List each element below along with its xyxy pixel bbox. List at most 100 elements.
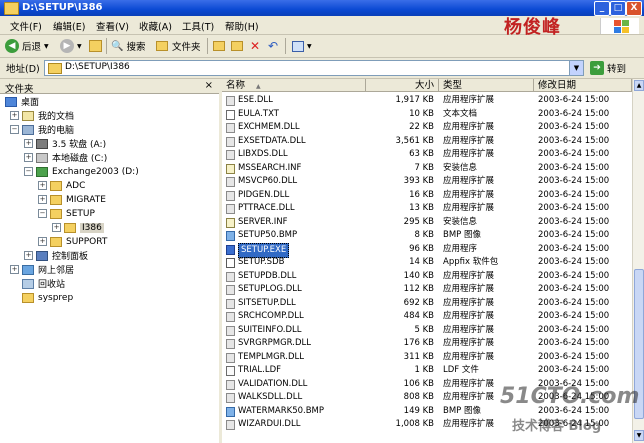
menu-tools[interactable]: 工具(T) — [182, 19, 214, 33]
expand-toggle[interactable]: + — [52, 223, 61, 232]
tree-label: MIGRATE — [66, 194, 106, 205]
tree-item-migrate[interactable]: + MIGRATE — [38, 193, 106, 206]
maximize-button[interactable]: □ — [610, 1, 626, 16]
menu-file[interactable]: 文件(F) — [10, 19, 42, 33]
delete-button[interactable]: ✕ — [250, 38, 260, 54]
forward-arrow-icon: ▶ — [60, 39, 74, 53]
file-date: 2003-6-24 15:00 — [538, 216, 610, 227]
file-size: 63 KB — [409, 149, 434, 159]
back-button[interactable]: ◀ 后退 ▼ — [5, 38, 49, 54]
forward-button[interactable]: ▶ ▼ — [60, 38, 82, 54]
column-header-type[interactable]: 类型 — [439, 79, 534, 92]
table-row[interactable]: SRCHCOMP.DLL 484 KB 应用程序扩展 2003-6-24 15:00 — [222, 310, 632, 324]
move-to-button[interactable] — [213, 38, 229, 54]
up-button[interactable] — [89, 38, 106, 54]
expand-toggle[interactable]: + — [24, 251, 33, 260]
tree-item-recycle-bin[interactable]: 回收站 — [10, 277, 65, 290]
table-row[interactable]: TRIAL.LDF 1 KB LDF 文件 2003-6-24 15:00 — [222, 364, 632, 378]
menu-favorites[interactable]: 收藏(A) — [139, 19, 172, 33]
go-label: 转到 — [607, 63, 627, 75]
table-row[interactable]: TEMPLMGR.DLL 311 KB 应用程序扩展 2003-6-24 15:00 — [222, 351, 632, 365]
tree-item-floppy[interactable]: + 3.5 软盘 (A:) — [24, 137, 106, 150]
table-row[interactable]: LIBXDS.DLL 63 KB 应用程序扩展 2003-6-24 15:00 — [222, 148, 632, 162]
menu-help[interactable]: 帮助(H) — [225, 19, 259, 33]
file-size: 16 KB — [409, 189, 434, 200]
views-button[interactable]: ▼ — [292, 38, 312, 54]
file-size: 5 KB — [414, 324, 434, 335]
collapse-toggle[interactable]: − — [10, 125, 19, 134]
table-row[interactable]: SVRGRPMGR.DLL 176 KB 应用程序扩展 2003-6-24 15:00 — [222, 337, 632, 351]
collapse-toggle[interactable]: − — [24, 167, 33, 176]
table-row[interactable]: EXSETDATA.DLL 3,561 KB 应用程序扩展 2003-6-24 15:… — [222, 135, 632, 149]
table-row[interactable]: SITSETUP.DLL 692 KB 应用程序扩展 2003-6-24 15:00 — [222, 297, 632, 311]
dll-file-icon — [226, 393, 235, 403]
expand-toggle[interactable]: + — [38, 195, 47, 204]
expand-toggle[interactable]: + — [24, 153, 33, 162]
file-date: 2003-6-24 15:00 — [538, 149, 610, 159]
go-button[interactable]: ➔ 转到 — [590, 60, 626, 75]
tree-item-exchange-d[interactable]: − Exchange2003 (D:) — [24, 165, 139, 178]
expand-toggle[interactable]: + — [10, 265, 19, 274]
copy-to-button[interactable] — [231, 38, 247, 54]
folder-icon — [50, 236, 62, 247]
table-row[interactable]: ESE.DLL 1,917 KB 应用程序扩展 2003-6-24 15:00 — [222, 94, 632, 108]
table-row[interactable]: SETUPLOG.DLL 112 KB 应用程序扩展 2003-6-24 15:00 — [222, 283, 632, 297]
close-icon[interactable]: × — [205, 80, 213, 91]
menu-edit[interactable]: 编辑(E) — [53, 19, 85, 33]
network-icon — [22, 264, 34, 275]
tree-item-sysprep[interactable]: sysprep — [10, 291, 73, 304]
column-header-date[interactable]: 修改日期 — [534, 79, 632, 92]
file-size: 8 KB — [414, 230, 434, 240]
tree-item-my-documents[interactable]: + 我的文档 — [10, 109, 74, 122]
scroll-up-icon[interactable]: ▲ — [634, 80, 644, 91]
tree-item-my-computer[interactable]: − 我的电脑 — [10, 123, 74, 136]
delete-icon: ✕ — [250, 39, 261, 53]
folders-button[interactable]: 文件夹 — [156, 38, 201, 54]
tree-item-control-panel[interactable]: + 控制面板 — [24, 249, 88, 262]
close-button[interactable]: X — [626, 1, 642, 16]
table-row[interactable]: MSSEARCH.INF 7 KB 安装信息 2003-6-24 15:00 — [222, 162, 632, 176]
expand-toggle[interactable]: + — [38, 181, 47, 190]
tree-item-i386[interactable]: + I386 — [52, 221, 104, 234]
table-row[interactable]: SUITEINFO.DLL 5 KB 应用程序扩展 2003-6-24 15:00 — [222, 324, 632, 338]
column-header-name[interactable]: 名称 ▲ — [222, 79, 366, 92]
file-date: 2003-6-24 15:00 — [538, 108, 610, 119]
file-name: MSVCP60.DLL — [238, 176, 298, 186]
my-documents-icon — [22, 110, 34, 121]
menu-view[interactable]: 查看(V) — [96, 19, 129, 33]
file-date: 2003-6-24 15:00 — [538, 230, 610, 240]
scroll-down-icon[interactable]: ▼ — [634, 430, 644, 441]
table-row[interactable]: SERVER.INF 295 KB 安装信息 2003-6-24 15:00 — [222, 216, 632, 230]
toolbar: ◀ 后退 ▼ ▶ ▼ 🔍 搜索 文件夹 ✕ ↶ ▼ — [0, 35, 644, 58]
expand-toggle[interactable]: + — [10, 111, 19, 120]
tree-item-local-disk-c[interactable]: + 本地磁盘 (C:) — [24, 151, 107, 164]
collapse-toggle[interactable]: − — [38, 209, 47, 218]
table-row[interactable]: EULA.TXT 10 KB 文本文档 2003-6-24 15:00 — [222, 108, 632, 122]
expand-toggle[interactable]: + — [38, 237, 47, 246]
table-row[interactable]: MSVCP60.DLL 393 KB 应用程序扩展 2003-6-24 15:00 — [222, 175, 632, 189]
table-row[interactable]: SETUP.SDB 14 KB Appfix 软件包 2003-6-24 15:00 — [222, 256, 632, 270]
table-row[interactable]: PIDGEN.DLL 16 KB 应用程序扩展 2003-6-24 15:00 — [222, 189, 632, 203]
file-type: 应用程序扩展 — [443, 135, 495, 146]
file-type: 应用程序扩展 — [443, 419, 495, 429]
table-row[interactable]: PTTRACE.DLL 13 KB 应用程序扩展 2003-6-24 15:00 — [222, 202, 632, 216]
table-row[interactable]: EXCHMEM.DLL 22 KB 应用程序扩展 2003-6-24 15:00 — [222, 121, 632, 135]
file-size: 13 KB — [409, 203, 434, 213]
table-row[interactable]: SETUPDB.DLL 140 KB 应用程序扩展 2003-6-24 15:00 — [222, 270, 632, 284]
dll-file-icon — [226, 177, 235, 187]
table-row[interactable]: SETUP50.BMP 8 KB BMP 图像 2003-6-24 15:00 — [222, 229, 632, 243]
tree-item-adc[interactable]: + ADC — [38, 179, 85, 192]
chevron-down-icon[interactable]: ▼ — [569, 61, 583, 75]
tree-item-network[interactable]: + 网上邻居 — [10, 263, 74, 276]
address-input[interactable]: D:\SETUP\I386 ▼ — [44, 60, 584, 76]
search-button[interactable]: 🔍 搜索 — [111, 38, 145, 54]
table-row[interactable]: SETUP.EXE 96 KB 应用程序 2003-6-24 15:00 — [222, 242, 632, 258]
tree-item-setup[interactable]: − SETUP — [38, 207, 95, 220]
tree-item-desktop[interactable]: 桌面 — [5, 95, 39, 108]
file-type: 应用程序扩展 — [443, 338, 495, 348]
undo-button[interactable]: ↶ — [268, 38, 278, 54]
minimize-button[interactable]: _ — [594, 1, 610, 16]
column-header-size[interactable]: 大小 — [366, 79, 439, 92]
expand-toggle[interactable]: + — [24, 139, 33, 148]
tree-item-support[interactable]: + SUPPORT — [38, 235, 107, 248]
